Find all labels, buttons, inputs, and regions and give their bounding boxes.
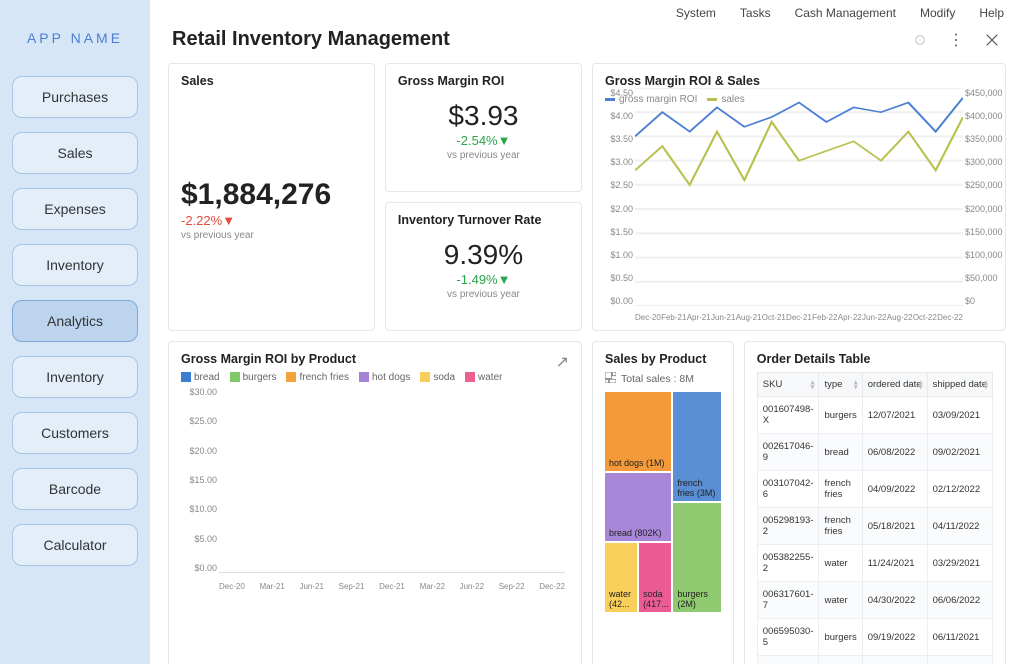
kpi-gmroi-delta: -2.54% <box>456 133 497 148</box>
main-panel: System Tasks Cash Management Modify Help Ret… <box>150 0 1024 664</box>
down-arrow-icon: ▼ <box>498 133 511 148</box>
legend-item: water <box>465 372 502 383</box>
sidebar-item-inventory[interactable]: Inventory <box>12 244 138 286</box>
kpi-gmroi-sub: vs previous year <box>398 150 569 161</box>
table-header-type[interactable]: type▴▾ <box>819 373 862 397</box>
table-row[interactable]: 005298193-2french fries05/18/202104/11/2… <box>757 508 992 545</box>
kpi-gmroi: Gross Margin ROI $3.93 -2.54%▼ vs previo… <box>385 63 582 192</box>
kpi-sales-title: Sales <box>181 74 362 88</box>
legend-item: french fries <box>286 372 348 383</box>
app-logo: APP NAME <box>27 30 123 46</box>
kpi-sales-delta: -2.22% <box>181 213 222 228</box>
sidebar-item-sales[interactable]: Sales <box>12 132 138 174</box>
more-icon[interactable]: ⋮ <box>946 30 966 50</box>
chart-sales-title: Sales by Product <box>605 352 721 366</box>
legend-item: bread <box>181 372 220 383</box>
kpi-sales-sub: vs previous year <box>181 230 362 241</box>
treemap-tile-burgers: burgers (2M) <box>673 503 720 612</box>
treemap-tile-hot-dogs: hot dogs (1M) <box>605 392 671 471</box>
sidebar-item-purchases[interactable]: Purchases <box>12 76 138 118</box>
menu-tasks[interactable]: Tasks <box>740 6 771 20</box>
menu-help[interactable]: Help <box>979 6 1004 20</box>
kpi-gmroi-title: Gross Margin ROI <box>398 74 569 88</box>
table-row[interactable]: 006317601-7water04/30/202206/06/2022 <box>757 582 992 619</box>
pin-icon[interactable] <box>910 30 930 50</box>
menu-system[interactable]: System <box>676 6 716 20</box>
table-header-SKU[interactable]: SKU▴▾ <box>757 373 819 397</box>
sidebar-item-inventory[interactable]: Inventory <box>12 356 138 398</box>
sidebar: APP NAME Purchases Sales Expenses Inventory… <box>0 0 150 664</box>
kpi-gmroi-value: $3.93 <box>398 100 569 132</box>
treemap-tile-bread: bread (802K) <box>605 473 671 542</box>
sidebar-item-expenses[interactable]: Expenses <box>12 188 138 230</box>
table-row[interactable]: 003107042-6french fries04/09/202202/12/2… <box>757 471 992 508</box>
kpi-turnover-title: Inventory Turnover Rate <box>398 213 569 227</box>
treemap-total-label: Total sales : 8M <box>621 373 694 385</box>
sidebar-item-customers[interactable]: Customers <box>12 412 138 454</box>
table-header-ordered-date[interactable]: ordered date▴▾ <box>862 373 927 397</box>
table-row[interactable]: 005382255-2water11/24/202103/29/2021 <box>757 545 992 582</box>
chart-gmroi-sales: Gross Margin ROI & Sales gross margin RO… <box>592 63 1006 331</box>
legend-item: soda <box>420 372 455 383</box>
treemap-tile-water: water (42... <box>605 543 637 612</box>
treemap-tile-soda: soda (417... <box>639 543 671 612</box>
expand-icon[interactable]: ↗ <box>556 352 569 372</box>
sort-icon[interactable]: ▴▾ <box>919 379 923 390</box>
line-chart-area <box>635 88 963 306</box>
chart-roi-title: Gross Margin ROI by Product <box>181 352 569 366</box>
chart-gmroi-sales-title: Gross Margin ROI & Sales <box>605 74 993 88</box>
table-row[interactable]: 007812741-6french fries04/07/202207/11/2… <box>757 656 992 664</box>
chart-sales-by-product: Sales by Product Total sales : 8M french… <box>592 341 734 664</box>
treemap-icon <box>605 372 616 386</box>
down-arrow-icon: ▼ <box>498 272 511 287</box>
chart-roi-by-product: Gross Margin ROI by Product ↗ bread burge… <box>168 341 582 664</box>
legend-item: burgers <box>230 372 277 383</box>
menu-cash-management[interactable]: Cash Management <box>795 6 896 20</box>
legend-item: hot dogs <box>359 372 410 383</box>
sidebar-item-barcode[interactable]: Barcode <box>12 468 138 510</box>
menu-modify[interactable]: Modify <box>920 6 955 20</box>
kpi-turnover: Inventory Turnover Rate 9.39% -1.49%▼ vs… <box>385 202 582 331</box>
treemap-area: french fries (3M) hot dogs (1M) bread (8… <box>605 392 721 612</box>
kpi-turnover-delta: -1.49% <box>456 272 497 287</box>
sort-icon[interactable]: ▴▾ <box>984 379 988 390</box>
table-row[interactable]: 001607498-Xburgers12/07/202103/09/2021 <box>757 397 992 434</box>
sidebar-item-calculator[interactable]: Calculator <box>12 524 138 566</box>
table-row[interactable]: 002617046-9bread06/08/202209/02/2021 <box>757 434 992 471</box>
kpi-sales-value: $1,884,276 <box>181 178 362 212</box>
kpi-sales: Sales $1,884,276 -2.22%▼ vs previous yea… <box>168 63 375 331</box>
sort-icon[interactable]: ▴▾ <box>810 379 814 390</box>
sidebar-item-analytics[interactable]: Analytics <box>12 300 138 342</box>
kpi-turnover-sub: vs previous year <box>398 289 569 300</box>
bar-chart-area <box>219 387 565 573</box>
table-row[interactable]: 006595030-5burgers09/19/202206/11/2021 <box>757 619 992 656</box>
order-details-title: Order Details Table <box>757 352 993 366</box>
treemap-tile-french-fries: french fries (3M) <box>673 392 720 501</box>
close-icon[interactable] <box>982 30 1002 50</box>
top-menu: System Tasks Cash Management Modify Help <box>150 0 1024 20</box>
sort-icon[interactable]: ▴▾ <box>854 379 858 390</box>
down-arrow-icon: ▼ <box>222 213 235 228</box>
table-header-shipped-date[interactable]: shipped date▴▾ <box>927 373 992 397</box>
kpi-turnover-value: 9.39% <box>398 239 569 271</box>
order-details-table: Order Details Table SKU▴▾type▴▾ordered d… <box>744 341 1006 664</box>
page-title: Retail Inventory Management <box>172 28 894 51</box>
